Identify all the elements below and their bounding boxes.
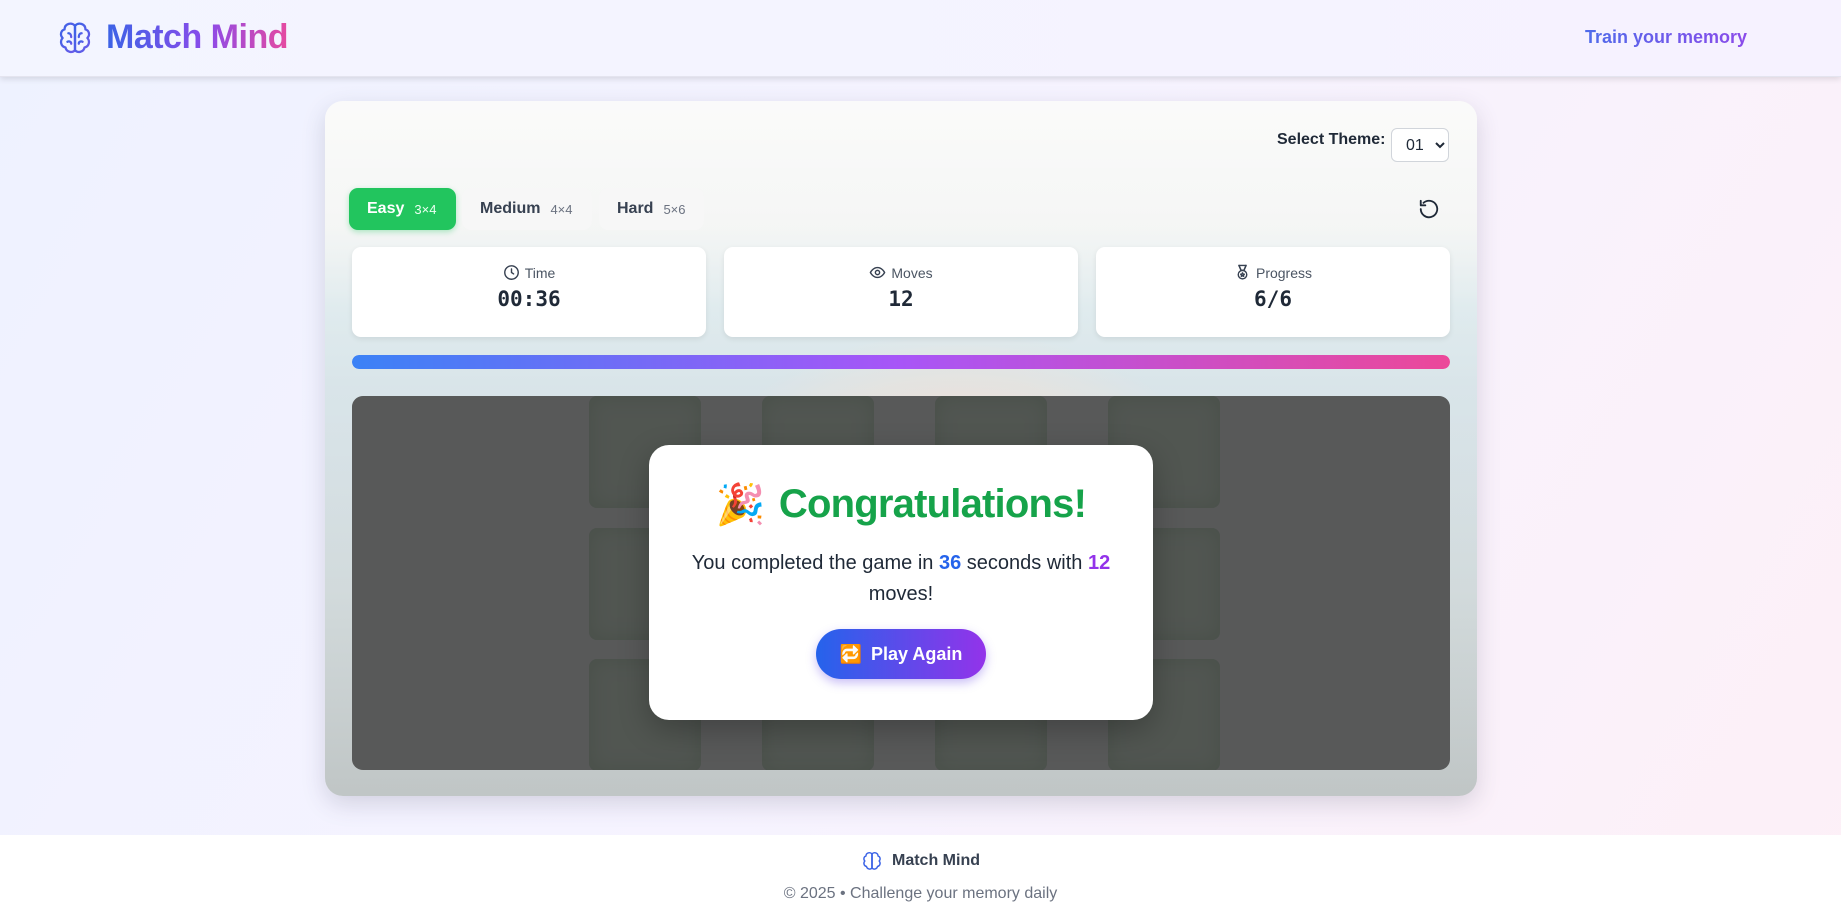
header-tagline[interactable]: Train your memory [1585,27,1747,48]
stat-progress-value: 6/6 [1254,287,1292,311]
stat-moves-value: 12 [888,287,914,311]
play-again-button[interactable]: 🔁 Play Again [816,629,986,679]
party-popper-icon: 🎉 [715,483,766,527]
brand-name: Match Mind [106,18,288,56]
difficulty-hard-button[interactable]: Hard 5×6 [599,188,704,230]
play-again-label: Play Again [871,643,963,664]
completion-moves: 12 [1087,552,1111,574]
brain-icon [863,851,881,870]
completion-seconds: 36 [938,552,962,574]
repeat-icon: 🔁 [839,643,863,664]
brain-icon [59,22,91,53]
msg-prefix: You completed the game in [691,552,934,574]
app-header: Match Mind Train your memory [0,0,1841,77]
msg-middle: seconds with [966,552,1083,574]
difficulty-size: 4×4 [550,201,573,217]
difficulty-label: Medium [480,200,541,217]
medal-icon [1237,264,1248,280]
stat-moves-label: Moves [891,264,933,281]
stat-moves: Moves 12 [724,247,1078,337]
stat-progress: Progress 6/6 [1096,247,1450,337]
modal-title: 🎉 Congratulations! [715,481,1087,528]
eye-icon [869,266,886,279]
progress-bar-fill [352,355,1450,369]
reset-button[interactable] [1413,193,1445,225]
clock-icon [503,265,519,280]
stat-time-header: Time [503,264,556,281]
difficulty-label: Easy [367,200,405,217]
footer-brand-name: Match Mind [892,852,980,869]
modal-message: You completed the game in 36 seconds wit… [681,548,1121,610]
stat-time-label: Time [524,264,556,281]
footer-copyright: © 2025 • Challenge your memory daily [783,885,1058,902]
stat-progress-header: Progress [1234,264,1312,281]
difficulty-size: 3×4 [414,201,437,217]
stat-progress-label: Progress [1255,264,1313,281]
rotate-ccw-icon [1419,199,1439,219]
difficulty-easy-button[interactable]: Easy 3×4 [349,188,456,230]
progress-bar [352,355,1450,369]
stat-moves-header: Moves [869,264,933,281]
stat-time-value: 00:36 [497,287,561,311]
theme-label: Select Theme: [1277,131,1386,148]
modal-title-text: Congratulations! [778,482,1087,526]
difficulty-medium-button[interactable]: Medium 4×4 [462,188,592,230]
footer-brand: Match Mind [861,850,980,872]
msg-suffix: moves! [868,583,934,605]
game-panel: Select Theme: 01 Easy 3×4 Medium 4×4 Har… [325,101,1477,796]
app-footer: Match Mind © 2025 • Challenge your memor… [0,835,1841,919]
stat-time: Time 00:36 [352,247,706,337]
difficulty-label: Hard [617,200,654,217]
difficulty-size: 5×6 [663,201,686,217]
congratulations-modal: 🎉 Congratulations! You completed the gam… [649,445,1153,720]
logo[interactable]: Match Mind [56,18,288,57]
theme-select[interactable]: 01 [1391,128,1449,162]
